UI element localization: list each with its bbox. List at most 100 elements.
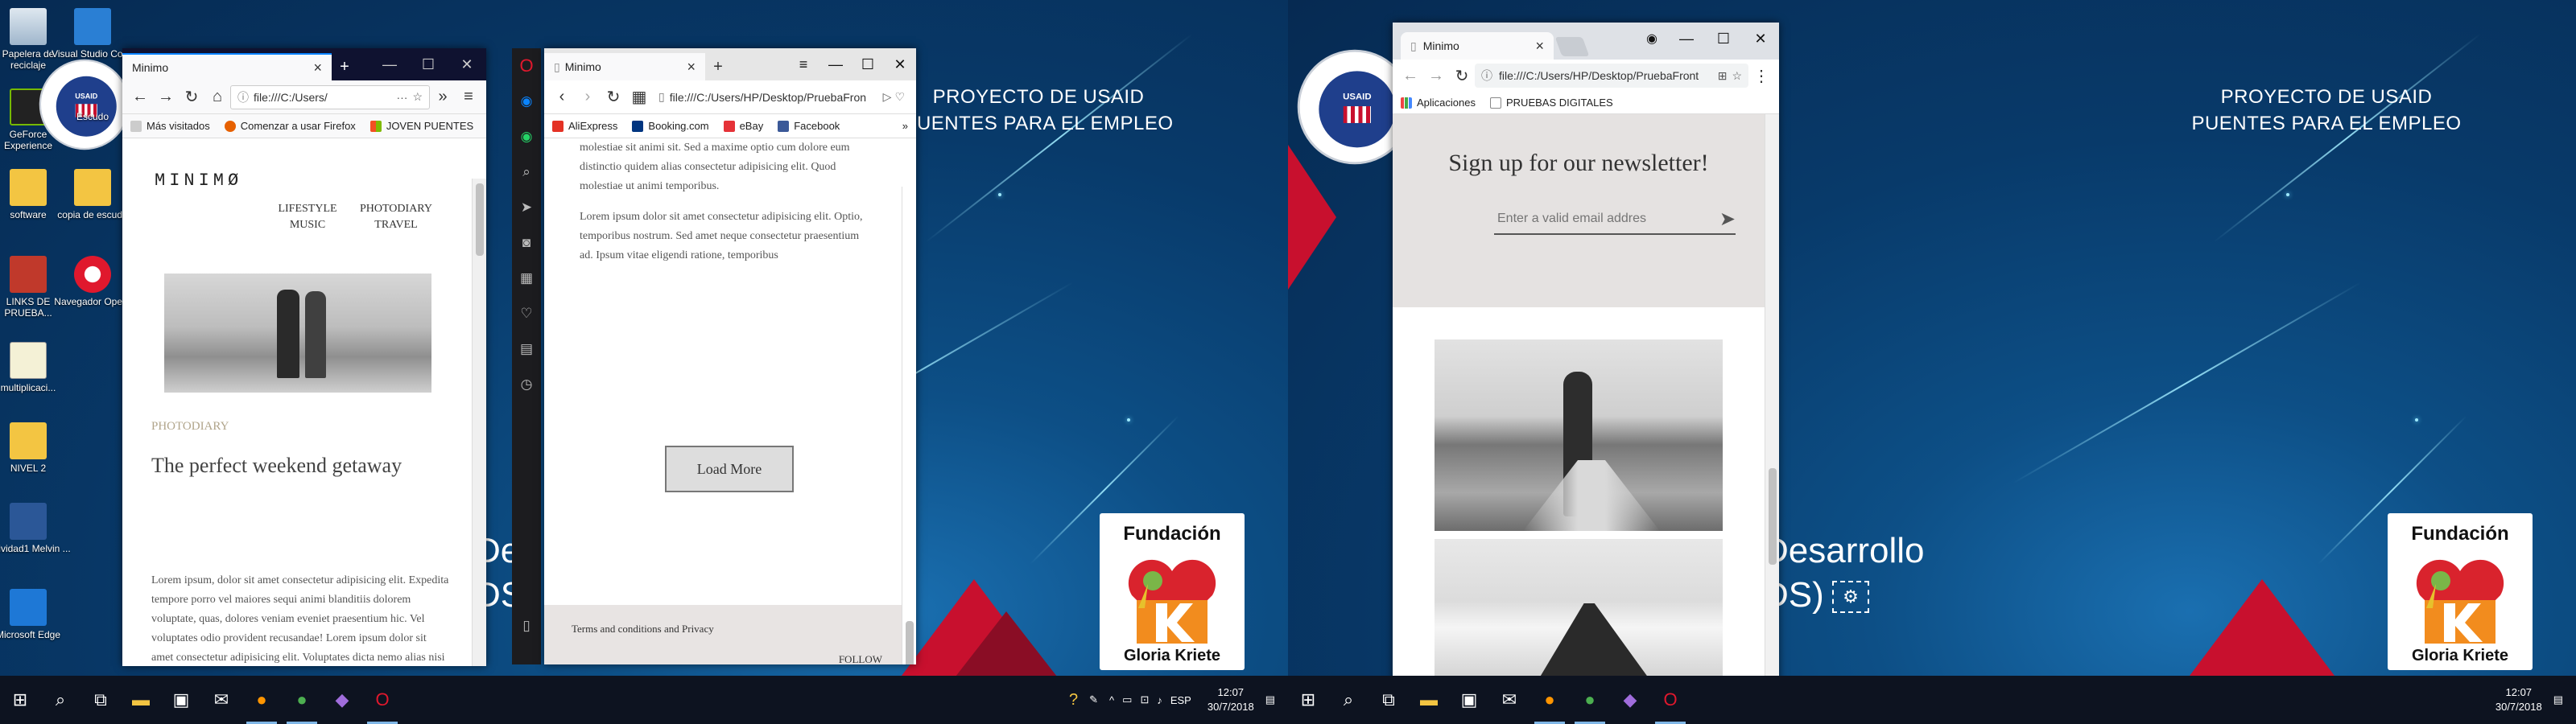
bookmark-star-icon[interactable]: ☆	[1732, 69, 1742, 83]
camera-icon[interactable]: ◙	[512, 225, 541, 261]
bookmark-aliexpress[interactable]: AliExpress	[552, 120, 617, 132]
tab-minimo[interactable]: ▯ Minimo ×	[544, 53, 705, 80]
messenger-icon[interactable]: ◉	[512, 84, 541, 119]
grid-icon[interactable]: ▦	[512, 261, 541, 296]
newsletter-email-field[interactable]: ➤	[1494, 204, 1736, 235]
profile-icon[interactable]: ◉	[1636, 23, 1668, 55]
desktop-icon-edge[interactable]: Microsoft Edge	[0, 589, 72, 640]
overflow-chevron-icon[interactable]: »	[902, 120, 908, 132]
chrome-taskbar-icon[interactable]: ●	[282, 676, 322, 724]
task-view-icon[interactable]: ⧉	[80, 676, 121, 724]
minimize-icon[interactable]: —	[819, 48, 852, 80]
heart-bookmark-icon[interactable]: ♡	[894, 90, 905, 104]
nav-link-travel[interactable]: TRAVEL	[356, 217, 436, 233]
history-clock-icon[interactable]: ◷	[512, 367, 541, 402]
bookmark-star-icon[interactable]: ☆	[412, 90, 423, 104]
reload-icon[interactable]: ↻	[601, 84, 626, 110]
nav-link-lifestyle[interactable]: LIFESTYLE	[275, 201, 340, 217]
sidebar-toggle-icon[interactable]: ▯	[512, 608, 541, 644]
notifications-icon[interactable]: ▤	[2553, 693, 2563, 706]
opera-taskbar-icon[interactable]: O	[1650, 676, 1690, 724]
tab-menu-icon[interactable]: ≡	[787, 48, 819, 80]
pen-icon[interactable]: ✎	[1089, 693, 1098, 706]
close-tab-icon[interactable]: ×	[1535, 38, 1544, 55]
reload-icon[interactable]: ↻	[179, 84, 204, 110]
start-windows-icon[interactable]: ⊞	[1288, 676, 1328, 724]
battery-icon[interactable]: ▭	[1122, 693, 1132, 706]
heart-icon[interactable]: ♡	[512, 296, 541, 331]
firefox-taskbar-icon[interactable]: ●	[242, 676, 282, 724]
search-icon[interactable]: ⌕	[512, 154, 541, 190]
bookmark-booking[interactable]: Booking.com	[632, 120, 709, 132]
reload-icon[interactable]: ↻	[1449, 63, 1475, 88]
maximize-icon[interactable]: ☐	[852, 48, 884, 80]
search-icon[interactable]: ⌕	[40, 676, 80, 724]
back-arrow-icon[interactable]: ←	[127, 84, 153, 110]
close-window-icon[interactable]: ✕	[1742, 23, 1779, 55]
firefox-taskbar-icon[interactable]: ●	[1530, 676, 1570, 724]
chevron-up-icon[interactable]: ^	[1109, 694, 1114, 706]
translate-icon[interactable]: ⊞	[1718, 69, 1728, 83]
opera-taskbar-icon[interactable]: O	[362, 676, 402, 724]
post-title[interactable]: The perfect weekend getaway	[151, 454, 402, 478]
visual-studio-icon[interactable]: ◆	[1610, 676, 1650, 724]
send-icon[interactable]: ➤	[512, 190, 541, 225]
speed-dial-icon[interactable]: ▦	[626, 84, 652, 110]
clock[interactable]: 12:07 30/7/2018	[2496, 685, 2542, 714]
more-menu-icon[interactable]: ⋮	[1748, 63, 1774, 88]
forward-arrow-icon[interactable]: ›	[575, 84, 601, 110]
notifications-icon[interactable]: ▤	[1265, 693, 1275, 706]
language-indicator[interactable]: ESP	[1170, 694, 1191, 706]
address-bar[interactable]: ⓘ file:///C:/Users/HP/Desktop/PruebaFron…	[1475, 64, 1748, 88]
bookmark-comenzar-firefox[interactable]: Comenzar a usar Firefox	[224, 120, 356, 132]
store-icon[interactable]: ▣	[161, 676, 201, 724]
email-input[interactable]	[1494, 212, 1719, 226]
page-scrollbar[interactable]	[902, 187, 916, 664]
close-window-icon[interactable]: ✕	[884, 48, 916, 80]
bookmark-pruebas-digitales[interactable]: PRUEBAS DIGITALES	[1490, 97, 1613, 109]
minimize-icon[interactable]: —	[1668, 23, 1705, 55]
home-icon[interactable]: ⌂	[204, 84, 230, 110]
menu-hamburger-icon[interactable]: ≡	[456, 84, 481, 110]
desktop-icon-multiplicacion[interactable]: multiplicaci...	[0, 342, 72, 393]
maximize-icon[interactable]: ☐	[1705, 23, 1742, 55]
address-bar[interactable]: ⓘ file:///C:/Users/ ··· ☆	[230, 84, 430, 109]
whatsapp-icon[interactable]: ◉	[512, 119, 541, 154]
page-scrollbar[interactable]	[472, 179, 486, 666]
visual-studio-icon[interactable]: ◆	[322, 676, 362, 724]
minimize-icon[interactable]: —	[370, 48, 409, 80]
post-category[interactable]: PHOTODIARY	[151, 420, 229, 434]
scrollbar-thumb[interactable]	[1769, 468, 1777, 565]
mail-icon[interactable]: ✉	[201, 676, 242, 724]
new-tab-button[interactable]	[1554, 37, 1590, 56]
send-arrow-icon[interactable]: ➤	[1719, 208, 1736, 231]
clock[interactable]: 12:07 30/7/2018	[1208, 685, 1254, 714]
forward-arrow-icon[interactable]: →	[1423, 63, 1449, 88]
store-icon[interactable]: ▣	[1449, 676, 1489, 724]
load-more-button[interactable]: Load More	[665, 446, 794, 492]
maximize-icon[interactable]: ☐	[409, 48, 448, 80]
close-tab-icon[interactable]: ×	[313, 60, 322, 76]
file-explorer-icon[interactable]: ▬	[1409, 676, 1449, 724]
network-icon[interactable]: ⊡	[1140, 693, 1149, 706]
task-view-icon[interactable]: ⧉	[1368, 676, 1409, 724]
back-arrow-icon[interactable]: ←	[1397, 63, 1423, 88]
bookmark-ebay[interactable]: eBay	[723, 120, 763, 132]
news-icon[interactable]: ▤	[512, 331, 541, 367]
close-window-icon[interactable]: ✕	[448, 48, 486, 80]
start-windows-icon[interactable]: ⊞	[0, 676, 40, 724]
tab-minimo[interactable]: Minimo ×	[122, 53, 332, 80]
scrollbar-thumb[interactable]	[476, 183, 484, 256]
nav-link-music[interactable]: MUSIC	[275, 217, 340, 233]
page-actions-icon[interactable]: ···	[396, 91, 407, 104]
mail-icon[interactable]: ✉	[1489, 676, 1530, 724]
new-tab-icon[interactable]: +	[705, 53, 731, 80]
help-icon[interactable]: ?	[1069, 691, 1078, 710]
tab-minimo[interactable]: ▯ Minimo ×	[1401, 32, 1554, 60]
bookmark-facebook[interactable]: Facebook	[778, 120, 840, 132]
scrollbar-thumb[interactable]	[906, 621, 914, 664]
desktop-icon-nivel-2[interactable]: NIVEL 2	[0, 422, 72, 474]
chrome-taskbar-icon[interactable]: ●	[1570, 676, 1610, 724]
bookmark-apps[interactable]: Aplicaciones	[1401, 97, 1476, 109]
volume-icon[interactable]: ♪	[1157, 694, 1162, 706]
